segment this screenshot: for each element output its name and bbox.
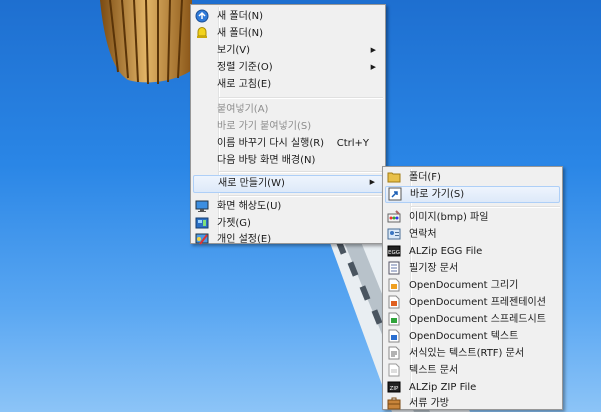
- submenu-item-briefcase[interactable]: 서류 가방: [385, 395, 560, 412]
- svg-text:EGG: EGG: [388, 250, 400, 256]
- menu-item-label: 가젯(G): [217, 218, 251, 229]
- blue-globe-icon: [195, 9, 209, 23]
- submenu-arrow-icon: ▶: [369, 178, 375, 186]
- odt-icon: [388, 329, 400, 343]
- contact-icon: [387, 228, 401, 240]
- menu-item-label: 새 폴더(N): [217, 28, 264, 39]
- menu-item-label: 새로 만들기(W): [218, 178, 285, 189]
- menu-item-personalize[interactable]: 개인 설정(E): [193, 231, 383, 248]
- desktop-context-menu: 새 폴더(N) 새 폴더(N) 보기(V) ▶ 정렬 기준(O) ▶ 새로 고침…: [190, 4, 386, 245]
- menu-item-label: 다음 바탕 화면 배경(N): [217, 155, 316, 166]
- svg-text:ZIP: ZIP: [390, 386, 399, 392]
- menu-separator: [411, 206, 560, 208]
- submenu-item-label: 바로 가기(S): [410, 189, 465, 200]
- submenu-item-label: ALZip ZIP File: [409, 382, 477, 393]
- egg-file-icon: EGG: [387, 245, 401, 257]
- menu-item-gadgets[interactable]: 가젯(G): [193, 215, 383, 232]
- yellow-bell-icon: [197, 26, 207, 38]
- submenu-item-folder[interactable]: 폴더(F): [385, 169, 560, 186]
- menu-item-label: 새 폴더(N): [217, 11, 264, 22]
- menu-item-label: 새로 고침(E): [217, 79, 272, 90]
- menu-item-paste[interactable]: 붙여넣기(A): [193, 101, 383, 118]
- menu-separator: [219, 195, 383, 197]
- menu-item-sort-by[interactable]: 정렬 기준(O) ▶: [193, 59, 383, 76]
- menu-item-paste-shortcut[interactable]: 바로 가기 붙여넣기(S): [193, 118, 383, 135]
- menu-item-refresh[interactable]: 새로 고침(E): [193, 76, 383, 93]
- menu-item-label: 붙여넣기(A): [217, 104, 269, 115]
- odg-icon: [388, 278, 400, 292]
- menu-item-new[interactable]: 새로 만들기(W) ▶: [193, 175, 383, 193]
- submenu-item-bmp-image[interactable]: 이미지(bmp) 파일: [385, 209, 560, 226]
- submenu-item-journal[interactable]: 필기장 문서: [385, 260, 560, 277]
- zip-file-icon: ZIP: [387, 381, 401, 393]
- text-doc-icon: [388, 363, 400, 377]
- menu-item-label: 보기(V): [217, 45, 251, 56]
- menu-item-new-folder-1[interactable]: 새 폴더(N): [193, 8, 383, 25]
- rtf-icon: [388, 346, 400, 360]
- submenu-item-contact[interactable]: 연락처: [385, 226, 560, 243]
- submenu-item-label: 이미지(bmp) 파일: [409, 212, 489, 223]
- submenu-item-label: OpenDocument 텍스트: [409, 331, 519, 342]
- shortcut-icon: [388, 187, 402, 201]
- submenu-item-label: OpenDocument 스프레드시트: [409, 314, 546, 325]
- personalize-icon: [195, 233, 209, 245]
- folder-icon: [387, 172, 401, 183]
- submenu-item-text-document[interactable]: 텍스트 문서: [385, 362, 560, 379]
- submenu-item-odt[interactable]: OpenDocument 텍스트: [385, 328, 560, 345]
- submenu-item-zip-file[interactable]: ZIP ALZip ZIP File: [385, 379, 560, 396]
- menu-separator: [219, 171, 383, 173]
- menu-item-shortcut: Ctrl+Y: [336, 138, 369, 149]
- menu-separator: [219, 97, 383, 99]
- submenu-item-odg[interactable]: OpenDocument 그리기: [385, 277, 560, 294]
- submenu-item-label: 연락처: [409, 229, 437, 240]
- submenu-item-label: ALZip EGG File: [409, 246, 483, 257]
- submenu-item-label: 필기장 문서: [409, 263, 459, 274]
- menu-item-redo-rename[interactable]: 이름 바꾸기 다시 실행(R) Ctrl+Y: [193, 135, 383, 152]
- submenu-item-label: OpenDocument 그리기: [409, 280, 519, 291]
- new-submenu: 폴더(F) 바로 가기(S) 이미지(bmp) 파일 연락처 EGG ALZip…: [382, 166, 563, 410]
- gadget-icon: [195, 217, 209, 229]
- submenu-item-label: 텍스트 문서: [409, 365, 459, 376]
- menu-item-label: 정렬 기준(O): [217, 62, 273, 73]
- menu-item-label: 이름 바꾸기 다시 실행(R): [217, 138, 325, 149]
- submenu-item-rtf[interactable]: 서식있는 텍스트(RTF) 문서: [385, 345, 560, 362]
- submenu-item-label: 서류 가방: [409, 398, 449, 409]
- menu-item-label: 개인 설정(E): [217, 234, 272, 245]
- submenu-item-ods[interactable]: OpenDocument 스프레드시트: [385, 311, 560, 328]
- submenu-item-label: 폴더(F): [409, 172, 441, 183]
- submenu-item-label: OpenDocument 프레젠테이션: [409, 297, 546, 308]
- submenu-arrow-icon: ▶: [370, 46, 376, 54]
- menu-item-label: 바로 가기 붙여넣기(S): [217, 121, 312, 132]
- paint-icon: [387, 210, 401, 223]
- journal-icon: [388, 261, 400, 275]
- submenu-item-label: 서식있는 텍스트(RTF) 문서: [409, 348, 525, 359]
- menu-item-label: 화면 해상도(U): [217, 201, 282, 212]
- briefcase-icon: [387, 397, 401, 410]
- menu-item-view[interactable]: 보기(V) ▶: [193, 42, 383, 59]
- submenu-arrow-icon: ▶: [370, 63, 376, 71]
- menu-item-screen-resolution[interactable]: 화면 해상도(U): [193, 198, 383, 215]
- menu-item-new-folder-2[interactable]: 새 폴더(N): [193, 25, 383, 42]
- submenu-item-odp[interactable]: OpenDocument 프레젠테이션: [385, 294, 560, 311]
- ods-icon: [388, 312, 400, 326]
- odp-icon: [388, 295, 400, 309]
- submenu-item-egg-file[interactable]: EGG ALZip EGG File: [385, 243, 560, 260]
- monitor-icon: [195, 200, 209, 212]
- submenu-item-shortcut[interactable]: 바로 가기(S): [385, 186, 560, 203]
- menu-item-next-background[interactable]: 다음 바탕 화면 배경(N): [193, 152, 383, 169]
